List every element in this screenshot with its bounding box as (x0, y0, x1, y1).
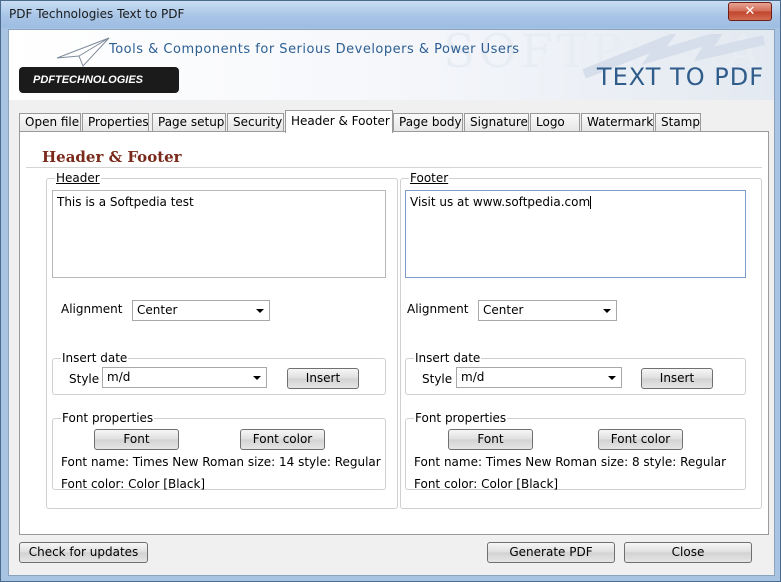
footer-text-input[interactable]: Visit us at www.softpedia.com (405, 190, 746, 278)
footer-font-color-text: Font color: Color [Black] (414, 477, 559, 491)
footer-group-label: Footer (409, 171, 450, 185)
window-title: PDF Technologies Text to PDF (9, 7, 185, 21)
text-caret (590, 196, 592, 209)
header-font-button[interactable]: Font (94, 429, 179, 450)
window-close-button[interactable]: ✕ (728, 2, 772, 21)
tab-watermark[interactable]: Watermark (581, 113, 654, 132)
generate-pdf-button[interactable]: Generate PDF (487, 542, 615, 563)
header-text-input[interactable]: This is a Softpedia test (52, 190, 386, 278)
logo-text: PDFTECHNOLOGIES (33, 74, 144, 86)
logo: PDFTECHNOLOGIES (19, 67, 179, 93)
header-font-color-button[interactable]: Font color (240, 429, 325, 450)
header-style-label: Style (69, 372, 100, 386)
check-updates-button[interactable]: Check for updates (19, 542, 148, 563)
footer-style-value: m/d (461, 370, 485, 384)
tab-page-setup[interactable]: Page setup (152, 113, 226, 132)
close-button[interactable]: Close (624, 542, 752, 563)
chevron-down-icon (256, 309, 264, 313)
footer-alignment-value: Center (483, 303, 524, 317)
tagline: Tools & Components for Serious Developer… (109, 42, 520, 57)
chevron-down-icon (253, 376, 261, 380)
tab-header-footer[interactable]: Header & Footer (285, 110, 393, 133)
tab-signature[interactable]: Signature (464, 113, 529, 132)
tab-stamp[interactable]: Stamp (655, 113, 701, 132)
header-insert-date-label: Insert date (61, 351, 129, 365)
footer-style-select[interactable]: m/d (456, 367, 622, 388)
chevron-down-icon (603, 309, 611, 313)
footer-alignment-label: Alignment (407, 302, 469, 316)
chevron-down-icon (608, 376, 616, 380)
paper-plane-icon (56, 37, 110, 67)
tab-open-file[interactable]: Open file (19, 113, 81, 132)
divider (26, 167, 762, 168)
header-alignment-value: Center (137, 303, 178, 317)
tab-page-body[interactable]: Page body (393, 113, 463, 132)
header-group-label: Header (55, 171, 101, 185)
header-style-select[interactable]: m/d (102, 367, 267, 388)
header-font-properties-label: Font properties (61, 411, 155, 425)
product-title: TEXT TO PDF (596, 63, 764, 91)
header-alignment-label: Alignment (61, 302, 123, 316)
header-footer-panel: Header & Footer Header This is a Softped… (19, 131, 769, 535)
client-area: SOFTPEDIA Tools & Components for Serious… (8, 29, 775, 576)
footer-font-name: Font name: Times New Roman size: 8 style… (414, 455, 727, 469)
header-style-value: m/d (107, 370, 131, 384)
tab-logo[interactable]: Logo (530, 113, 580, 132)
app-window: PDF Technologies Text to PDF ✕ SOFTPEDIA… (0, 0, 781, 582)
footer-insert-date-label: Insert date (414, 351, 482, 365)
footer-font-properties-label: Font properties (414, 411, 508, 425)
footer-style-label: Style (422, 372, 453, 386)
footer-font-button[interactable]: Font (448, 429, 533, 450)
banner: SOFTPEDIA Tools & Components for Serious… (9, 30, 774, 100)
header-insert-button[interactable]: Insert (287, 368, 359, 389)
footer-insert-button[interactable]: Insert (641, 368, 713, 389)
footer-alignment-select[interactable]: Center (478, 300, 617, 321)
header-font-color-text: Font color: Color [Black] (61, 477, 206, 491)
tab-properties[interactable]: Properties (82, 113, 149, 132)
title-bar[interactable]: PDF Technologies Text to PDF ✕ (1, 1, 780, 28)
tab-security[interactable]: Security (227, 113, 284, 132)
footer-font-color-button[interactable]: Font color (598, 429, 683, 450)
header-alignment-select[interactable]: Center (132, 300, 270, 321)
panel-heading: Header & Footer (42, 148, 182, 166)
header-font-name: Font name: Times New Roman size: 14 styl… (61, 455, 381, 469)
close-icon: ✕ (744, 4, 756, 19)
